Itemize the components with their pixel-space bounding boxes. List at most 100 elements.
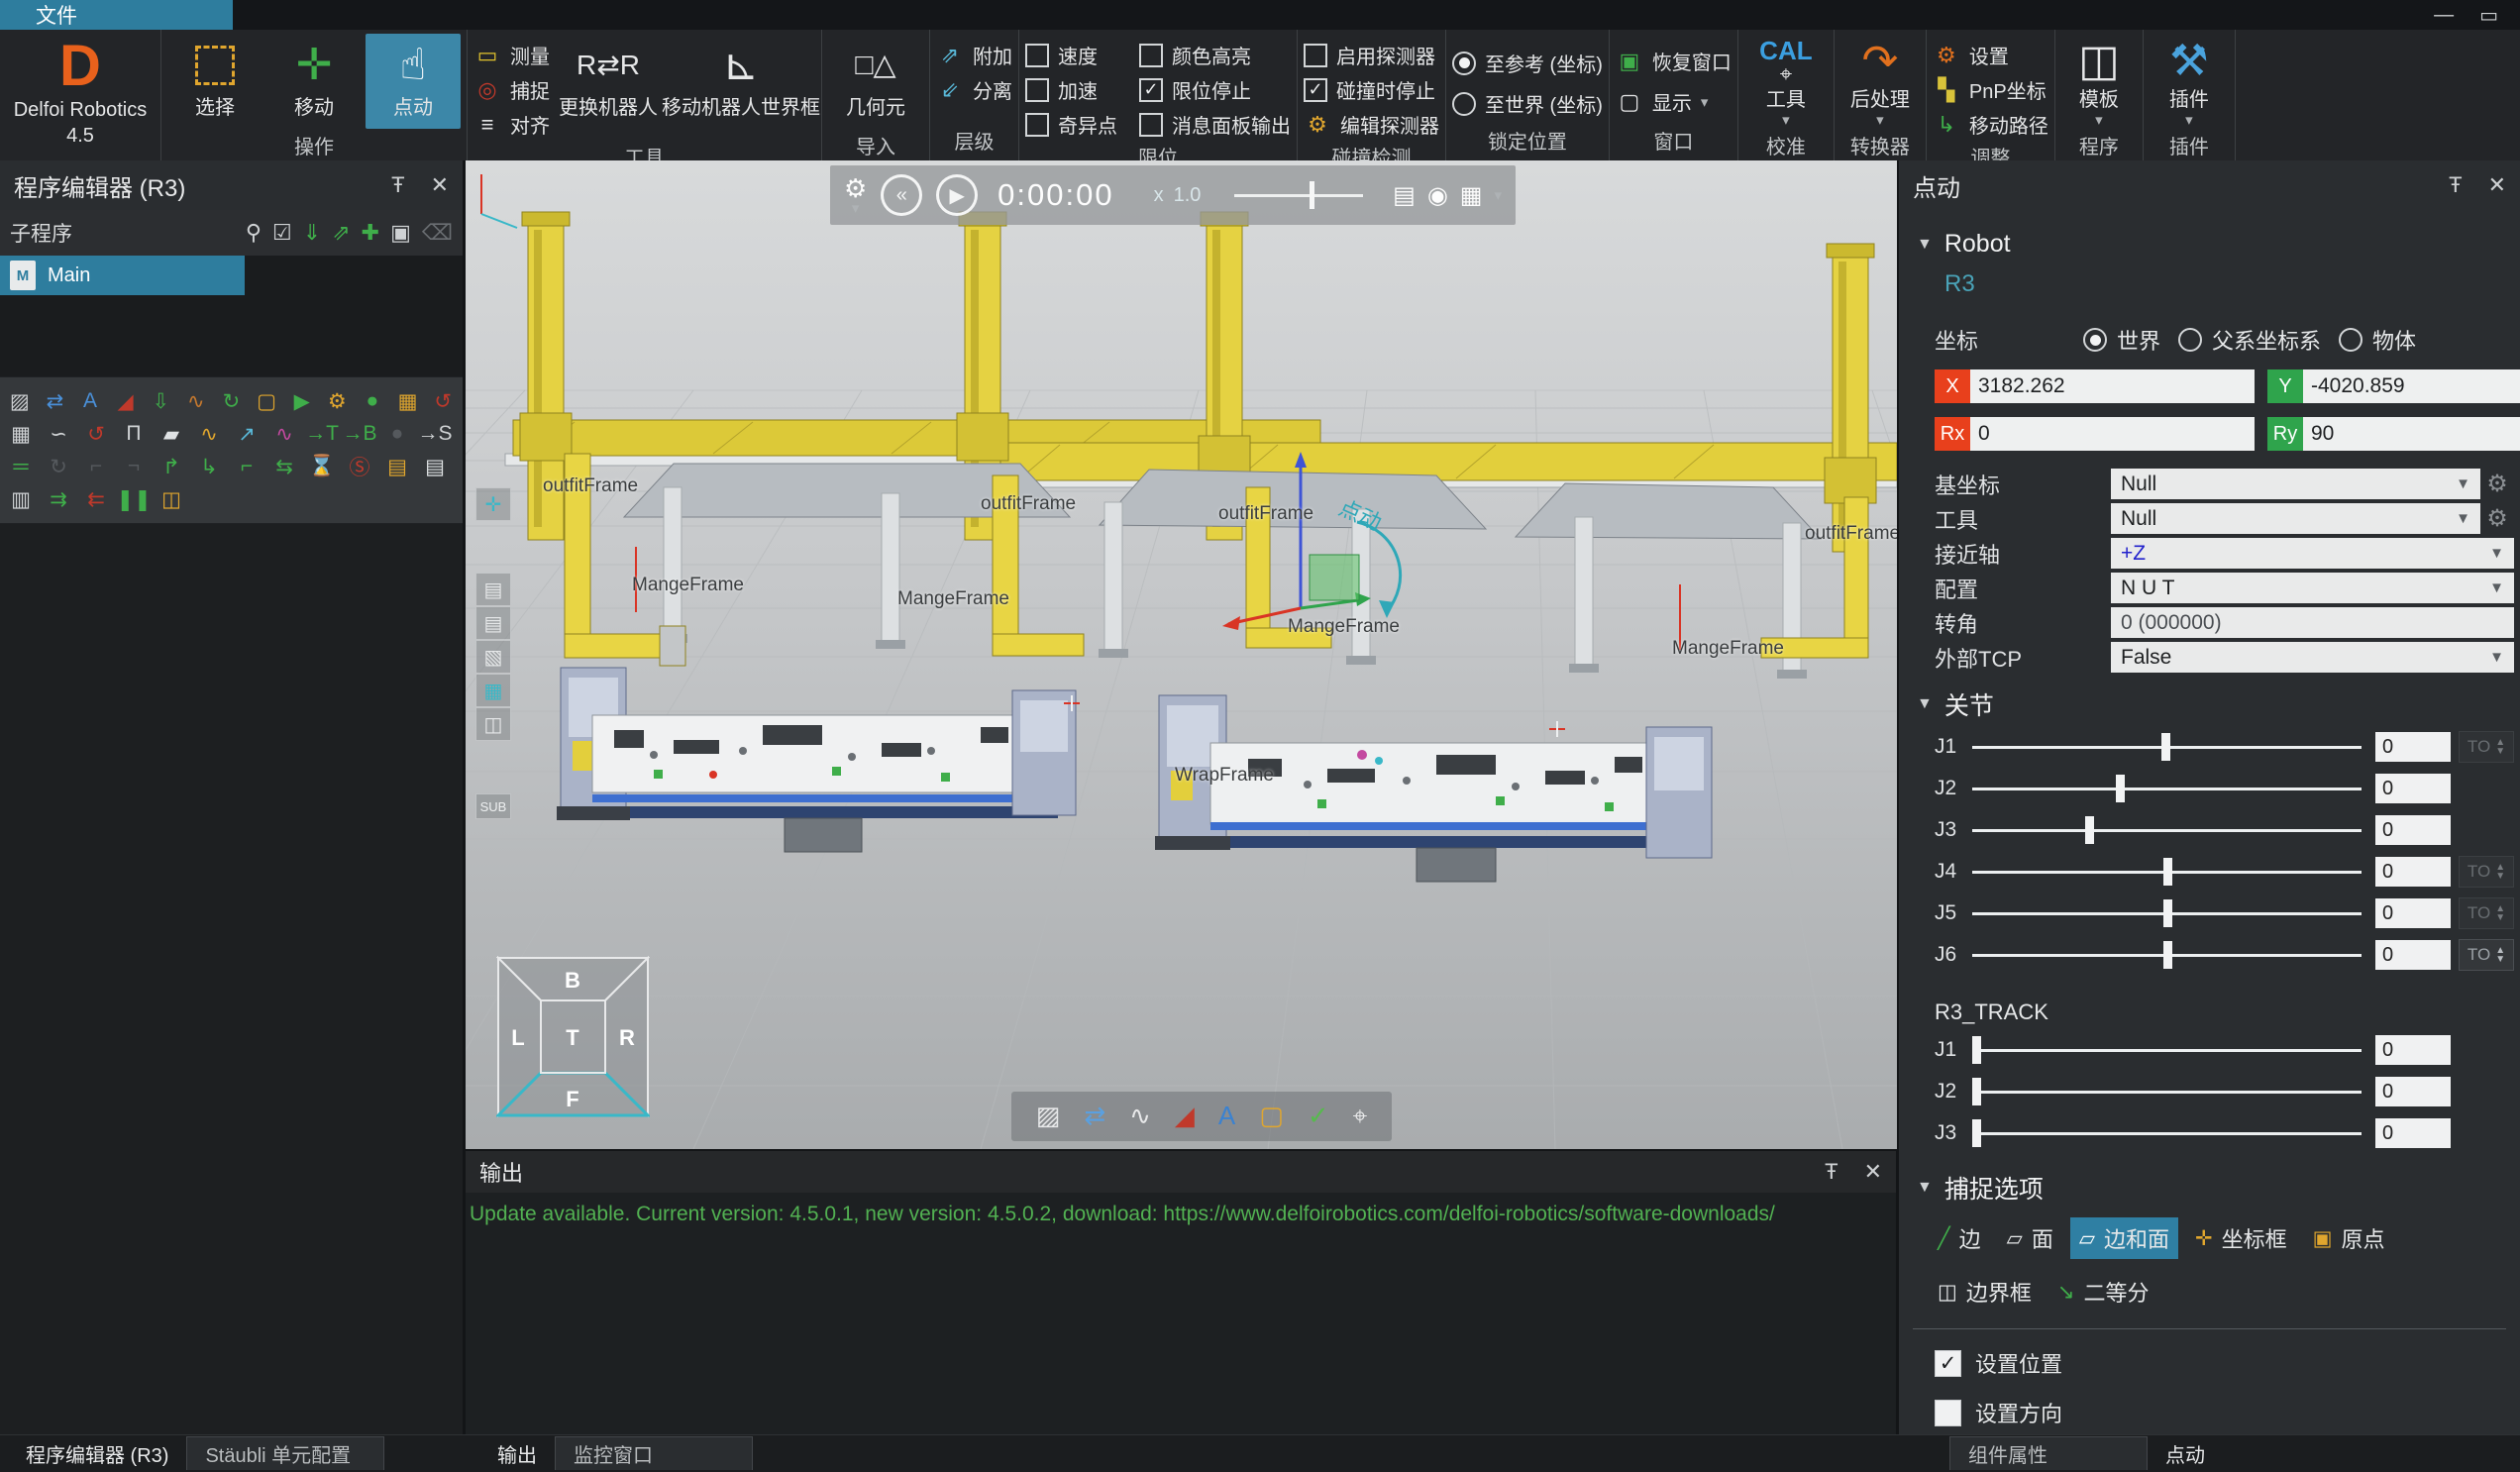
color-highlight-checkbox[interactable]: 颜色高亮: [1139, 40, 1291, 70]
panel-tab[interactable]: 监控窗口: [555, 1436, 753, 1470]
snap-mode-button[interactable]: ▣ 原点: [2304, 1217, 2394, 1259]
simulation-settings-button[interactable]: ⚙ ▾: [844, 175, 867, 216]
panel-tab[interactable]: 程序编辑器 (R3): [8, 1435, 186, 1472]
plugins-button[interactable]: ⚒ 插件 ▾: [2150, 34, 2229, 129]
close-icon[interactable]: ✕: [2488, 172, 2506, 198]
show-button[interactable]: ▢显示▾: [1616, 86, 1732, 117]
sub-view-button[interactable]: SUB: [475, 793, 511, 819]
edit-detector-button[interactable]: ⚙编辑探测器: [1304, 109, 1439, 140]
toolbox-icon[interactable]: ⇆: [267, 452, 301, 481]
turn-angle-field[interactable]: 0 (000000): [2111, 607, 2514, 638]
toolbox-icon[interactable]: ↺: [79, 419, 113, 449]
snap-options-header[interactable]: ▼ 捕捉选项: [1899, 1156, 2520, 1206]
approach-axis-dropdown[interactable]: +Z▼: [2111, 538, 2514, 569]
subprogram-tool-icon[interactable]: ☑: [272, 220, 292, 246]
toolbox-icon[interactable]: ⌐: [79, 452, 113, 481]
toolbox-icon[interactable]: ⇇: [79, 484, 113, 514]
track-joint-slider[interactable]: [1972, 1116, 2362, 1150]
subprogram-tool-icon[interactable]: ⚲: [246, 220, 262, 246]
3d-viewport[interactable]: 点动 ou: [466, 160, 1897, 1149]
panel-tab[interactable]: 输出: [479, 1435, 555, 1472]
toolbox-icon[interactable]: ∿: [267, 419, 301, 449]
viewport-side-button[interactable]: ◫: [475, 707, 511, 741]
toolbox-icon[interactable]: ◢: [110, 386, 142, 416]
track-joint-value-input[interactable]: [2375, 1118, 2451, 1148]
lock-to-reference-radio[interactable]: 至参考 (坐标): [1452, 48, 1603, 78]
speed-slider[interactable]: [1234, 180, 1363, 210]
move-robot-world-frame-button[interactable]: ⊾ 移动机器人世界框: [667, 34, 815, 129]
pin-icon[interactable]: Ŧ: [391, 172, 404, 198]
close-icon[interactable]: ✕: [1864, 1159, 1882, 1185]
snap-button[interactable]: ◎捕捉: [473, 74, 550, 105]
toolbox-icon[interactable]: ↻: [42, 452, 75, 481]
toolbox-icon[interactable]: ↺: [427, 386, 459, 416]
track-joint-value-input[interactable]: [2375, 1035, 2451, 1065]
joint-slider[interactable]: [1972, 938, 2362, 972]
viewport-tool-icon[interactable]: ▨: [1036, 1101, 1061, 1132]
toolbox-icon[interactable]: ▢: [251, 386, 282, 416]
set-orientation-checkbox[interactable]: ✓ 设置方向: [1899, 1379, 2520, 1428]
base-frame-dropdown[interactable]: Null▼: [2111, 469, 2480, 499]
jog-to-button[interactable]: TO▲▼: [2459, 897, 2514, 929]
viewport-side-button[interactable]: ▦: [475, 674, 511, 707]
app-button[interactable]: D Delfoi Robotics 4.5: [6, 34, 155, 129]
toolbox-icon[interactable]: ◫: [155, 484, 188, 514]
base-frame-gear-icon[interactable]: ⚙: [2480, 470, 2514, 498]
viewport-side-button[interactable]: ✛: [475, 487, 511, 521]
toolbox-icon[interactable]: A: [74, 386, 106, 416]
joint-slider[interactable]: [1972, 813, 2362, 847]
joint-slider[interactable]: [1972, 896, 2362, 930]
pin-icon[interactable]: Ŧ: [2449, 172, 2462, 198]
detach-button[interactable]: ⇙分离: [936, 74, 1012, 105]
accel-checkbox[interactable]: 加速: [1025, 74, 1117, 105]
settings-button[interactable]: ⚙设置: [1933, 40, 2048, 70]
joints-section-header[interactable]: ▼ 关节: [1899, 673, 2520, 722]
lock-to-world-radio[interactable]: 至世界 (坐标): [1452, 88, 1603, 119]
panel-tab[interactable]: 点动: [2148, 1435, 2223, 1472]
program-area[interactable]: [0, 524, 463, 1434]
track-joint-slider[interactable]: [1972, 1033, 2362, 1067]
position-input[interactable]: [2303, 369, 2520, 403]
enable-detector-checkbox[interactable]: 启用探测器: [1304, 40, 1439, 70]
jog-to-button[interactable]: TO▲▼: [2459, 856, 2514, 888]
geometry-button[interactable]: □△ 几何元: [828, 34, 923, 129]
rotation-input[interactable]: [1970, 417, 2255, 451]
toolbox-icon[interactable]: ●: [357, 386, 388, 416]
toolbox-icon[interactable]: →B: [343, 419, 376, 449]
toolbox-icon[interactable]: ▥: [4, 484, 38, 514]
toolbox-icon[interactable]: ▦: [392, 386, 424, 416]
viewport-tool-icon[interactable]: ⌖: [1353, 1101, 1368, 1132]
toolbox-icon[interactable]: ⇄: [40, 386, 71, 416]
tree-item-main[interactable]: M Main: [0, 256, 245, 295]
jog-button[interactable]: ☝ 点动: [366, 34, 461, 129]
jog-to-button[interactable]: TO▲▼: [2459, 939, 2514, 971]
viewport-tool-icon[interactable]: A: [1218, 1101, 1235, 1132]
snap-mode-button[interactable]: ╱ 边: [1929, 1217, 1990, 1259]
subprogram-tool-icon[interactable]: ✚: [362, 220, 379, 246]
attach-button[interactable]: ⇗附加: [936, 40, 1012, 70]
toolbox-icon[interactable]: ¬: [117, 452, 151, 481]
rotation-input[interactable]: [2303, 417, 2520, 451]
snap-mode-button[interactable]: ✛ 坐标框: [2186, 1217, 2296, 1259]
menu-item[interactable]: 文件: [0, 0, 233, 30]
move-button[interactable]: ✛ 移动: [266, 34, 362, 129]
viewport-tool-icon[interactable]: ✓: [1308, 1101, 1329, 1132]
toolbox-icon[interactable]: ▨: [4, 386, 36, 416]
toolbox-icon[interactable]: ⇩: [145, 386, 176, 416]
toolbox-icon[interactable]: ＝: [4, 452, 38, 481]
toolbox-icon[interactable]: ❚❚: [117, 484, 151, 514]
navigation-cube[interactable]: B L T R F: [496, 956, 650, 1119]
limit-stop-checkbox[interactable]: ✓限位停止: [1139, 74, 1291, 105]
snap-mode-button[interactable]: ↘ 二等分: [2048, 1271, 2158, 1313]
toolbox-icon[interactable]: ▦: [4, 419, 38, 449]
move-path-button[interactable]: ↳移动路径: [1933, 109, 2048, 140]
panel-tab[interactable]: 组件属性: [1949, 1436, 2148, 1470]
select-button[interactable]: 选择: [167, 34, 262, 129]
toolbox-icon[interactable]: ↗: [230, 419, 263, 449]
calibration-tool-button[interactable]: CAL⌖ 工具 ▾: [1744, 34, 1828, 129]
restore-window-button[interactable]: ▣恢复窗口: [1616, 46, 1732, 76]
position-input[interactable]: [1970, 369, 2255, 403]
jog-to-button[interactable]: TO▲▼: [2459, 731, 2514, 763]
subprogram-tool-icon[interactable]: ⇓: [303, 220, 321, 246]
measure-button[interactable]: ▭测量: [473, 40, 550, 70]
